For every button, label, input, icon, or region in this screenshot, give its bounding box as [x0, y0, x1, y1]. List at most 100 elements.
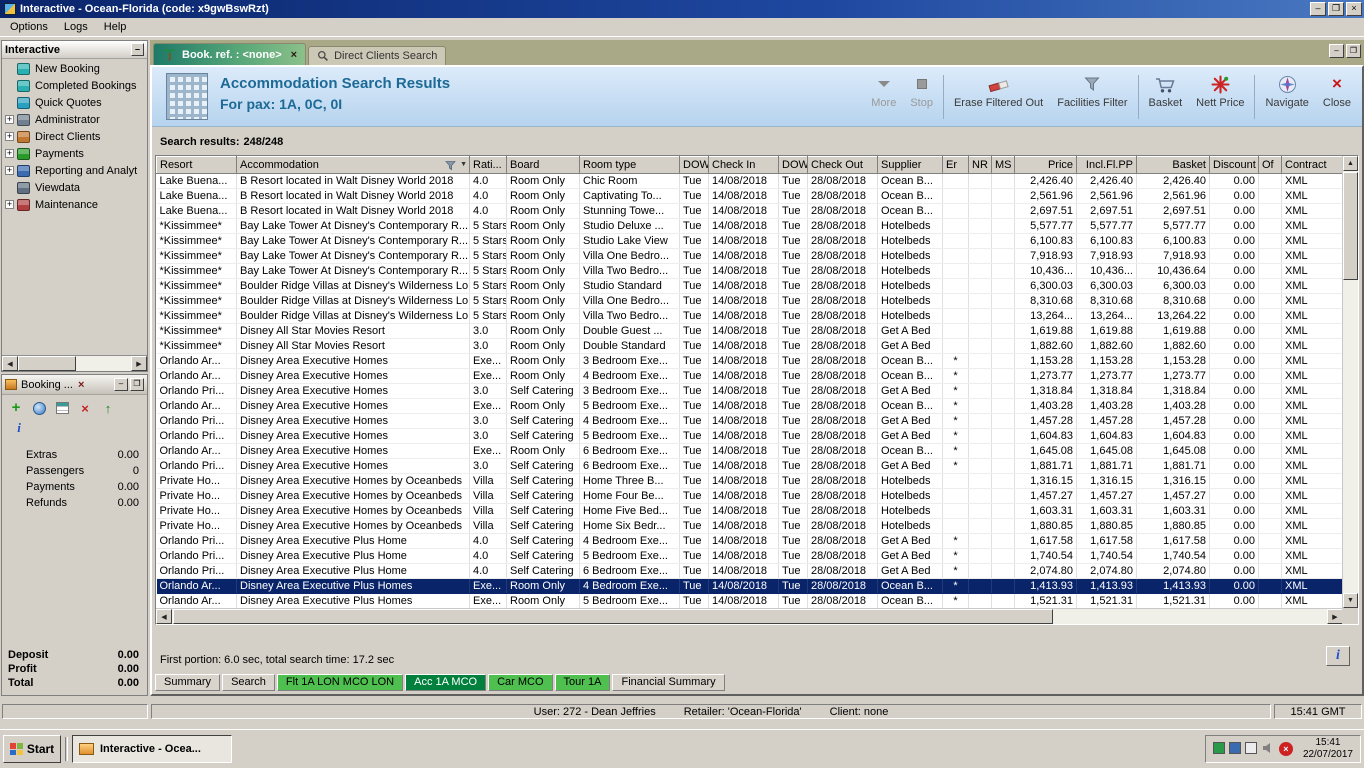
expander-icon[interactable]: + [5, 149, 14, 158]
close-button[interactable]: × Close [1316, 70, 1358, 124]
bottom-tab-flt-1a-lon-mco-lon[interactable]: Flt 1A LON MCO LON [276, 674, 404, 691]
column-header-discount[interactable]: Discount [1209, 156, 1259, 174]
scroll-left-icon[interactable]: ◀ [2, 356, 18, 371]
column-header-contract[interactable]: Contract [1281, 156, 1343, 174]
add-icon[interactable]: + [7, 399, 25, 417]
column-header-check-in[interactable]: Check In [708, 156, 779, 174]
delete-icon[interactable]: × [76, 399, 94, 417]
sidebar-item-reporting-and-analyt[interactable]: + Reporting and Analyt [2, 162, 147, 179]
panel-collapse-button[interactable]: – [131, 43, 144, 56]
bottom-tab-financial-summary[interactable]: Financial Summary [612, 674, 725, 691]
scroll-up-icon[interactable]: ▲ [1343, 156, 1358, 171]
basket-button[interactable]: Basket [1142, 70, 1190, 124]
column-header-incl-fl-pp[interactable]: Incl.Fl.PP [1076, 156, 1137, 174]
world-icon[interactable] [30, 399, 48, 417]
sidebar-hscrollbar[interactable]: ◀ ▶ [2, 355, 147, 371]
table-row[interactable]: Orlando Pri... Disney Area Executive Plus… [156, 548, 1343, 564]
table-row[interactable]: Private Ho... Disney Area Executive Homes… [156, 473, 1343, 489]
restore-button[interactable]: ❐ [1328, 2, 1344, 16]
column-header-accommodation[interactable]: Accommodation ▼ [236, 156, 470, 174]
expander-icon[interactable]: + [5, 115, 14, 124]
tab-direct-clients-search[interactable]: Direct Clients Search [308, 46, 447, 65]
bottom-tab-car-mco[interactable]: Car MCO [488, 674, 553, 691]
minimize-button[interactable]: – [1310, 2, 1326, 16]
column-header-er[interactable]: Er [942, 156, 969, 174]
erase-filtered-out-button[interactable]: Erase Filtered Out [947, 70, 1050, 124]
column-header-check-out[interactable]: Check Out [807, 156, 878, 174]
scrollbar-thumb[interactable] [173, 609, 1053, 624]
panel-restore-button[interactable]: ❐ [1346, 44, 1361, 58]
menu-options[interactable]: Options [2, 19, 56, 35]
table-row[interactable]: Orlando Ar... Disney Area Executive Homes… [156, 398, 1343, 414]
column-header-room-type[interactable]: Room type [579, 156, 680, 174]
table-row[interactable]: *Kissimmee* Boulder Ridge Villas at Disne… [156, 278, 1343, 294]
scroll-left-icon[interactable]: ◀ [156, 609, 172, 624]
bottom-tab-tour-1a[interactable]: Tour 1A [554, 674, 611, 691]
scroll-right-icon[interactable]: ▶ [1327, 609, 1343, 624]
booking-restore-button[interactable]: ❐ [130, 378, 144, 391]
nett-price-button[interactable]: Nett Price [1189, 70, 1251, 124]
navigate-button[interactable]: Navigate [1258, 70, 1315, 124]
table-row[interactable]: Orlando Ar... Disney Area Executive Homes… [156, 368, 1343, 384]
column-header-rati[interactable]: Rati... [469, 156, 507, 174]
sidebar-item-quick-quotes[interactable]: Quick Quotes [2, 94, 147, 111]
column-header-resort[interactable]: Resort [156, 156, 237, 174]
booking-minimize-button[interactable]: – [114, 378, 128, 391]
sidebar-item-new-booking[interactable]: New Booking [2, 60, 147, 77]
sidebar-item-viewdata[interactable]: Viewdata [2, 179, 147, 196]
column-header-ms[interactable]: MS [991, 156, 1015, 174]
menu-help[interactable]: Help [96, 19, 135, 35]
table-row[interactable]: Lake Buena... B Resort located in Walt Di… [156, 188, 1343, 204]
taskbar-task-button[interactable]: Interactive - Ocea... [72, 735, 232, 763]
scrollbar-thumb[interactable] [1343, 172, 1358, 280]
column-header-board[interactable]: Board [506, 156, 580, 174]
scroll-down-icon[interactable]: ▼ [1343, 593, 1358, 608]
bottom-tab-acc-1a-mco[interactable]: Acc 1A MCO [405, 674, 487, 691]
table-row[interactable]: Orlando Ar... Disney Area Executive Plus … [156, 593, 1343, 609]
table-row[interactable]: *Kissimmee* Bay Lake Tower At Disney's Co… [156, 248, 1343, 264]
column-header-dow[interactable]: DOW [679, 156, 709, 174]
menu-logs[interactable]: Logs [56, 19, 96, 35]
sidebar-item-administrator[interactable]: + Administrator [2, 111, 147, 128]
table-row[interactable]: *Kissimmee* Bay Lake Tower At Disney's Co… [156, 233, 1343, 249]
booking-close-icon[interactable]: × [78, 379, 84, 391]
column-header-dow[interactable]: DOW [778, 156, 808, 174]
tab-close-icon[interactable]: × [291, 49, 297, 61]
table-row[interactable]: Orlando Pri... Disney Area Executive Home… [156, 413, 1343, 429]
table-row[interactable]: *Kissimmee* Bay Lake Tower At Disney's Co… [156, 218, 1343, 234]
table-row[interactable]: Orlando Pri... Disney Area Executive Home… [156, 458, 1343, 474]
filter-funnel-icon[interactable] [445, 160, 456, 173]
column-header-nr[interactable]: NR [968, 156, 992, 174]
info-button[interactable]: i [1326, 646, 1350, 666]
expander-icon[interactable]: + [5, 166, 14, 175]
send-icon[interactable]: ↑ [99, 399, 117, 417]
tab-book-ref-none[interactable]: Book. ref. : <none> × [153, 43, 307, 65]
table-row[interactable]: Lake Buena... B Resort located in Walt Di… [156, 203, 1343, 219]
sidebar-item-direct-clients[interactable]: + Direct Clients [2, 128, 147, 145]
table-row[interactable]: Orlando Ar... Disney Area Executive Homes… [156, 353, 1343, 369]
table-row[interactable]: Orlando Ar... Disney Area Executive Homes… [156, 443, 1343, 459]
table-row[interactable]: Orlando Pri... Disney Area Executive Plus… [156, 563, 1343, 579]
column-header-supplier[interactable]: Supplier [877, 156, 943, 174]
more-button[interactable]: More [864, 70, 903, 124]
column-header-price[interactable]: Price [1014, 156, 1077, 174]
table-row[interactable]: Private Ho... Disney Area Executive Homes… [156, 488, 1343, 504]
table-row[interactable]: *Kissimmee* Boulder Ridge Villas at Disne… [156, 293, 1343, 309]
table-row[interactable]: *Kissimmee* Bay Lake Tower At Disney's Co… [156, 263, 1343, 279]
table-row[interactable]: Orlando Pri... Disney Area Executive Home… [156, 428, 1343, 444]
table-row[interactable]: Orlando Pri... Disney Area Executive Plus… [156, 533, 1343, 549]
bottom-tab-summary[interactable]: Summary [155, 674, 221, 691]
table-row[interactable]: *Kissimmee* Disney All Star Movies Resort… [156, 338, 1343, 354]
quotes-icon[interactable] [53, 399, 71, 417]
table-row[interactable]: Private Ho... Disney Area Executive Homes… [156, 503, 1343, 519]
table-row[interactable]: *Kissimmee* Boulder Ridge Villas at Disne… [156, 308, 1343, 324]
info-icon[interactable]: i [10, 419, 28, 437]
table-row[interactable]: Orlando Pri... Disney Area Executive Home… [156, 383, 1343, 399]
start-button[interactable]: Start [3, 735, 61, 763]
bottom-tab-search[interactable]: Search [222, 674, 275, 691]
scrollbar-thumb[interactable] [18, 356, 76, 371]
scroll-right-icon[interactable]: ▶ [131, 356, 147, 371]
table-row[interactable]: *Kissimmee* Disney All Star Movies Resort… [156, 323, 1343, 339]
close-button[interactable]: × [1346, 2, 1362, 16]
vertical-scrollbar[interactable]: ▲ ▼ [1342, 156, 1358, 608]
